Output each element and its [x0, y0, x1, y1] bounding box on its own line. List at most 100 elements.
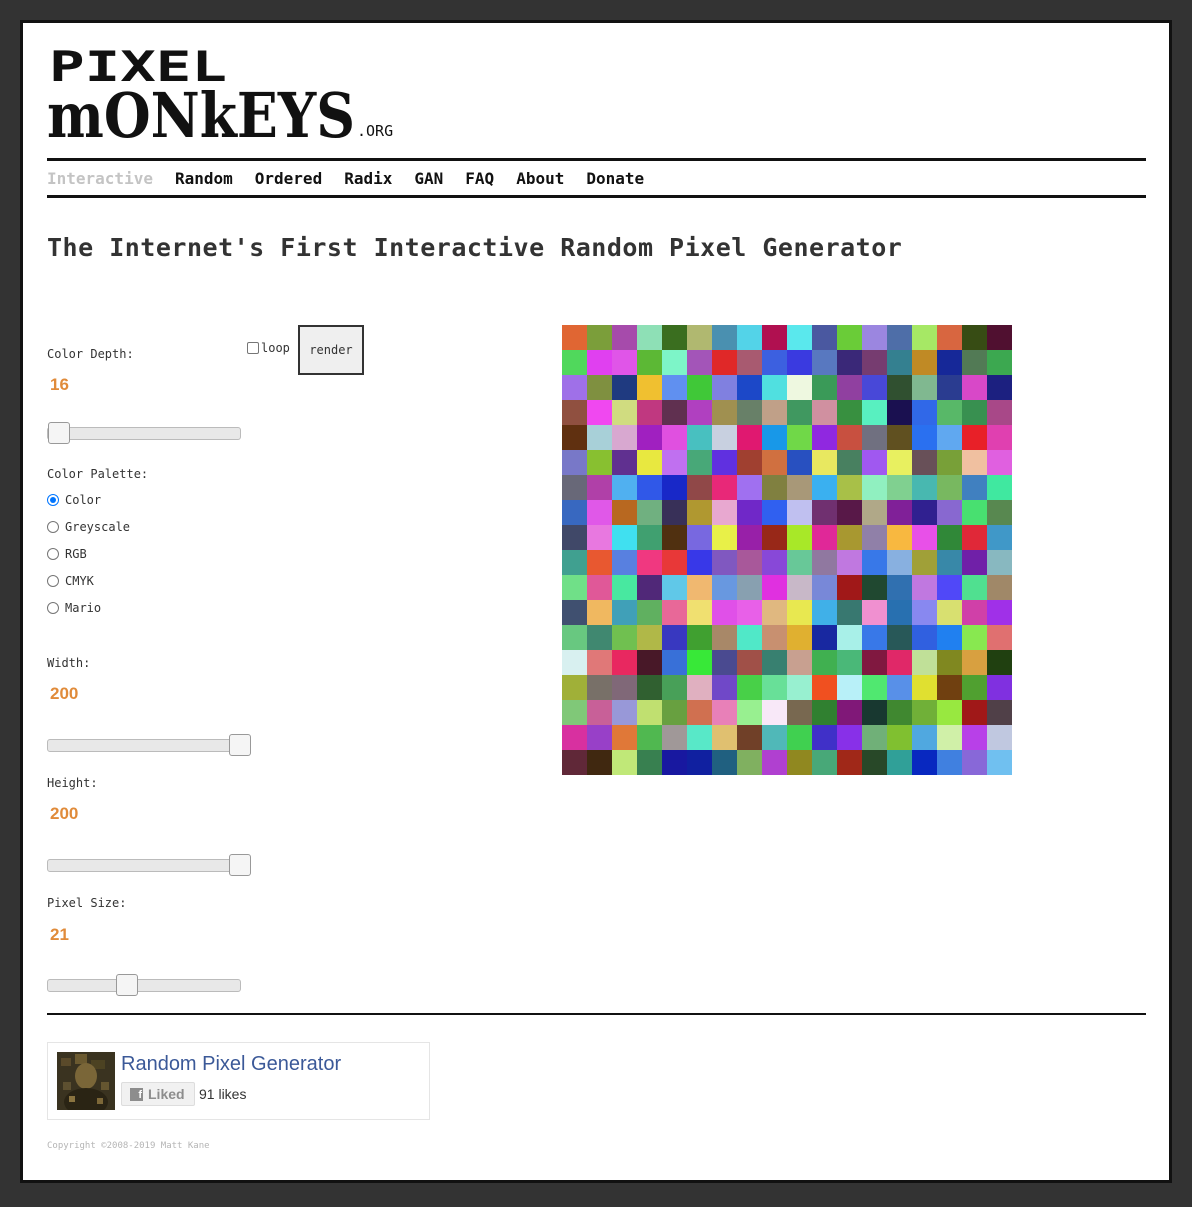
- pixel-size-slider-thumb[interactable]: [116, 974, 138, 996]
- pixel-cell: [712, 475, 738, 501]
- pixel-cell: [562, 675, 588, 701]
- pixel-cell: [612, 575, 638, 601]
- pixel-cell: [637, 475, 663, 501]
- palette-label-rgb: RGB: [65, 547, 87, 561]
- pixel-cell: [837, 600, 863, 626]
- main-nav: Interactive Random Ordered Radix GAN FAQ…: [47, 169, 644, 188]
- pixel-cell: [587, 750, 613, 775]
- pixel-cell: [662, 700, 688, 726]
- height-slider[interactable]: [47, 854, 251, 876]
- color-depth-slider-thumb[interactable]: [48, 422, 70, 444]
- loop-checkbox[interactable]: [247, 342, 259, 354]
- pixel-cell: [787, 650, 813, 676]
- pixel-cell: [987, 625, 1012, 651]
- pixel-cell: [737, 550, 763, 576]
- pixel-cell: [962, 550, 988, 576]
- site-logo[interactable]: PIXEL mONkEYS .ORG: [47, 43, 407, 143]
- pixel-cell: [587, 675, 613, 701]
- facebook-page-name[interactable]: Random Pixel Generator: [121, 1053, 341, 1076]
- pixel-cell: [787, 475, 813, 501]
- pixel-cell: [962, 450, 988, 476]
- pixel-cell: [762, 450, 788, 476]
- nav-ordered[interactable]: Ordered: [255, 169, 322, 188]
- pixel-cell: [987, 350, 1012, 376]
- pixel-size-value: 21: [50, 925, 69, 944]
- pixel-cell: [887, 675, 913, 701]
- pixel-cell: [662, 350, 688, 376]
- pixel-cell: [912, 750, 938, 775]
- pixel-cell: [687, 400, 713, 426]
- color-depth-slider[interactable]: [47, 422, 241, 444]
- pixel-cell: [887, 375, 913, 401]
- height-slider-thumb[interactable]: [229, 854, 251, 876]
- pixel-cell: [637, 725, 663, 751]
- pixel-cell: [837, 525, 863, 551]
- nav-random[interactable]: Random: [175, 169, 233, 188]
- width-label: Width:: [47, 656, 91, 670]
- pixel-cell: [612, 425, 638, 451]
- pixel-cell: [812, 375, 838, 401]
- pixel-cell: [962, 750, 988, 775]
- pixel-cell: [637, 575, 663, 601]
- pixel-cell: [587, 325, 613, 351]
- pixel-cell: [962, 375, 988, 401]
- pixel-cell: [737, 425, 763, 451]
- palette-radio-rgb[interactable]: [47, 548, 59, 560]
- pixel-cell: [887, 725, 913, 751]
- pixel-cell: [812, 450, 838, 476]
- palette-option-mario[interactable]: Mario: [47, 601, 101, 615]
- pixel-cell: [987, 700, 1012, 726]
- pixel-cell: [612, 450, 638, 476]
- nav-faq[interactable]: FAQ: [465, 169, 494, 188]
- pixel-cell: [687, 650, 713, 676]
- palette-option-rgb[interactable]: RGB: [47, 547, 87, 561]
- pixel-cell: [962, 425, 988, 451]
- page-title: The Internet's First Interactive Random …: [47, 233, 903, 262]
- pixel-cell: [937, 450, 963, 476]
- pixel-cell: [762, 500, 788, 526]
- pixel-cell: [687, 350, 713, 376]
- palette-option-greyscale[interactable]: Greyscale: [47, 520, 130, 534]
- nav-donate[interactable]: Donate: [586, 169, 644, 188]
- width-slider[interactable]: [47, 734, 251, 756]
- pixel-cell: [912, 550, 938, 576]
- pixel-cell: [837, 750, 863, 775]
- pixel-cell: [637, 350, 663, 376]
- facebook-icon: f: [130, 1087, 143, 1101]
- nav-radix[interactable]: Radix: [344, 169, 392, 188]
- pixel-cell: [812, 700, 838, 726]
- palette-option-color[interactable]: Color: [47, 493, 101, 507]
- pixel-cell: [862, 325, 888, 351]
- palette-radio-greyscale[interactable]: [47, 521, 59, 533]
- nav-about[interactable]: About: [516, 169, 564, 188]
- nav-interactive[interactable]: Interactive: [47, 169, 153, 188]
- palette-radio-color[interactable]: [47, 494, 59, 506]
- loop-toggle[interactable]: loop: [247, 341, 290, 355]
- pixel-cell: [987, 600, 1012, 626]
- nav-bottom-rule: [47, 195, 1146, 198]
- pixel-cell: [787, 350, 813, 376]
- facebook-page-thumbnail[interactable]: [57, 1052, 115, 1116]
- pixel-size-slider[interactable]: [47, 974, 241, 996]
- pixel-cell: [987, 400, 1012, 426]
- render-button[interactable]: render: [298, 325, 364, 375]
- pixel-cell: [912, 375, 938, 401]
- palette-radio-mario[interactable]: [47, 602, 59, 614]
- pixel-cell: [962, 700, 988, 726]
- pixel-cell: [737, 725, 763, 751]
- palette-radio-cmyk[interactable]: [47, 575, 59, 587]
- pixel-cell: [812, 475, 838, 501]
- pixel-cell: [737, 625, 763, 651]
- pixel-cell: [712, 650, 738, 676]
- width-slider-thumb[interactable]: [229, 734, 251, 756]
- pixel-cell: [612, 650, 638, 676]
- pixel-cell: [637, 550, 663, 576]
- pixel-cell: [762, 625, 788, 651]
- nav-gan[interactable]: GAN: [414, 169, 443, 188]
- pixel-cell: [562, 725, 588, 751]
- facebook-liked-button[interactable]: f Liked: [121, 1082, 195, 1106]
- pixel-cell: [987, 725, 1012, 751]
- palette-option-cmyk[interactable]: CMYK: [47, 574, 94, 588]
- pixel-cell: [762, 475, 788, 501]
- pixel-cell: [987, 675, 1012, 701]
